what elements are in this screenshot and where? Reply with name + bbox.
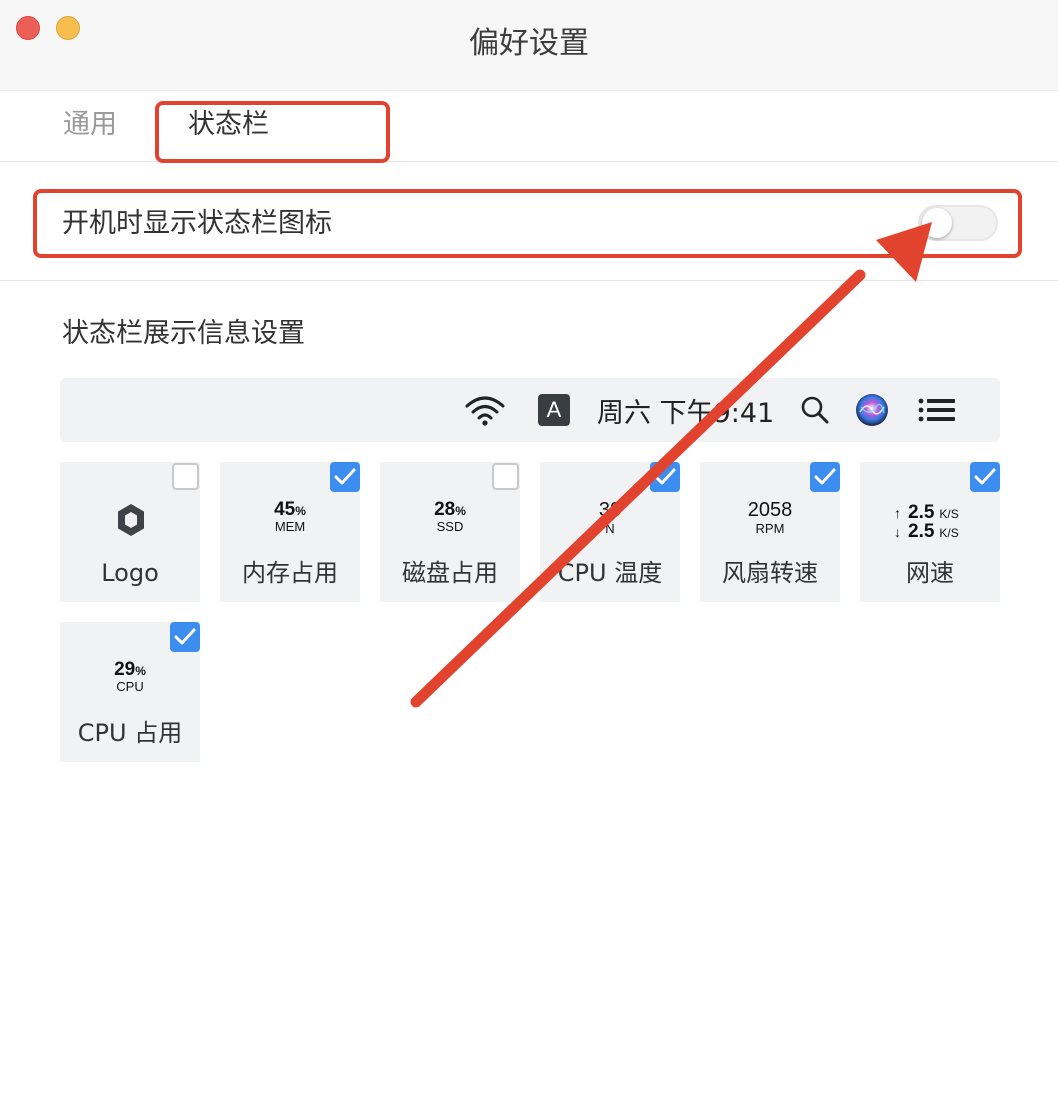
- tile-fan[interactable]: 2058 RPM 风扇转速: [700, 462, 840, 602]
- disk-sub: SSD: [436, 519, 464, 534]
- checkbox-fan[interactable]: [810, 462, 840, 492]
- checkbox-disk[interactable]: [492, 463, 519, 490]
- input-source-icon: A: [538, 378, 570, 442]
- siri-icon: [855, 378, 889, 442]
- annotation-highlight-tab: [155, 101, 390, 163]
- network-preview: ↑ 2.5 K/S ↓ 2.5 K/S: [894, 502, 994, 542]
- tile-label: CPU 占用: [77, 719, 183, 747]
- input-source-letter: A: [538, 394, 570, 426]
- checkmark-icon: [974, 468, 996, 485]
- annotation-highlight-toggle: [33, 189, 1022, 258]
- fan-sub: RPM: [755, 521, 785, 536]
- cpu-usage-unit: %: [135, 664, 146, 678]
- cpu-usage-sub: CPU: [116, 679, 144, 694]
- tab-general[interactable]: 通用: [63, 108, 117, 142]
- fan-preview: 2058 RPM: [700, 500, 840, 535]
- cpu-temp-value: 38: [598, 499, 622, 521]
- section-title: 状态栏展示信息设置: [62, 318, 305, 349]
- download-unit: K/S: [939, 526, 959, 540]
- checkmark-icon: [174, 628, 196, 645]
- tile-label: 内存占用: [242, 559, 338, 587]
- checkbox-logo[interactable]: [172, 463, 199, 490]
- tile-label: 风扇转速: [722, 559, 818, 587]
- disk-value: 28: [434, 499, 456, 520]
- tile-label: Logo: [101, 559, 159, 587]
- wifi-icon: [464, 378, 506, 442]
- tile-memory[interactable]: 45% MEM 内存占用: [220, 462, 360, 602]
- fan-value: 2058: [747, 499, 793, 521]
- upload-unit: K/S: [939, 507, 959, 521]
- tile-label: 网速: [906, 559, 954, 587]
- checkbox-cpu-temp[interactable]: [650, 462, 680, 492]
- tile-logo[interactable]: Logo: [60, 462, 200, 602]
- disk-unit: %: [455, 504, 466, 518]
- checkmark-icon: [814, 468, 836, 485]
- memory-preview: 45% MEM: [220, 500, 360, 533]
- checkmark-icon: [334, 468, 356, 485]
- title-bar: 偏好设置: [0, 0, 1058, 91]
- download-value: 2.5: [908, 521, 935, 542]
- tile-label: 磁盘占用: [402, 559, 498, 587]
- menubar-preview: A 周六 下午9:41: [60, 378, 1000, 442]
- checkbox-cpu-usage[interactable]: [170, 622, 200, 652]
- checkbox-network[interactable]: [970, 462, 1000, 492]
- memory-unit: %: [295, 504, 306, 518]
- cpu-temp-preview: 38 N: [540, 500, 680, 535]
- menubar-datetime: 周六 下午9:41: [597, 397, 775, 429]
- window-title: 偏好设置: [469, 26, 589, 61]
- tile-disk[interactable]: 28% SSD 磁盘占用: [380, 462, 520, 602]
- tile-cpu-temp[interactable]: 38 N CPU 温度: [540, 462, 680, 602]
- cpu-usage-preview: 29% CPU: [60, 660, 200, 693]
- cpu-temp-sub: N: [605, 521, 615, 536]
- disk-preview: 28% SSD: [380, 500, 520, 533]
- search-icon: [799, 378, 831, 442]
- download-arrow-icon: ↓: [894, 524, 901, 540]
- checkbox-memory[interactable]: [330, 462, 360, 492]
- app-logo-icon: [118, 504, 144, 536]
- upload-arrow-icon: ↑: [894, 505, 901, 521]
- checkmark-icon: [654, 468, 676, 485]
- control-center-icon: [918, 378, 956, 442]
- tile-label: CPU 温度: [557, 559, 663, 587]
- tile-network[interactable]: ↑ 2.5 K/S ↓ 2.5 K/S 网速: [860, 462, 1000, 602]
- tile-cpu-usage[interactable]: 29% CPU CPU 占用: [60, 622, 200, 762]
- cpu-usage-value: 29: [114, 659, 136, 680]
- menubar-datetime-item: 周六 下午9:41: [597, 378, 774, 442]
- memory-sub: MEM: [274, 519, 306, 534]
- memory-value: 45: [274, 499, 296, 520]
